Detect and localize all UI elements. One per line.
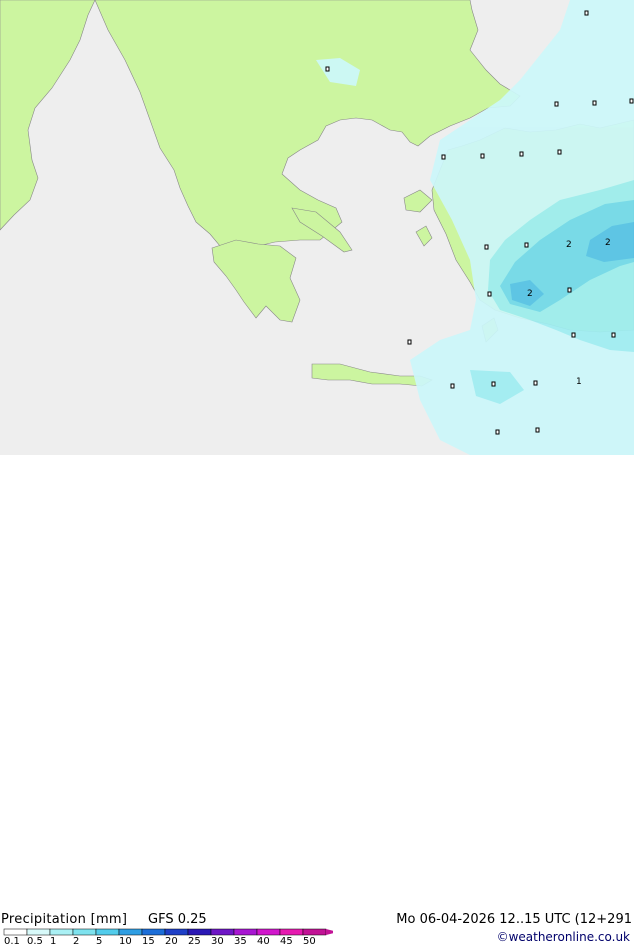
station-marker: [480, 153, 485, 159]
legend-tick-label: 15: [142, 936, 155, 945]
legend-tick-label: 25: [188, 936, 201, 945]
legend-swatch: [187, 928, 212, 936]
legend-swatch: [95, 928, 120, 936]
legend-swatch: [26, 928, 51, 936]
legend-tick-label: 35: [234, 936, 247, 945]
legend-tick-label: 30: [211, 936, 224, 945]
value-label-4: 1: [576, 377, 582, 387]
station-marker: [484, 244, 489, 250]
legend-swatch: [3, 928, 28, 936]
legend-scale: 0.1 0.5 1 2 5 10 15 20 25 30 35 40 45 50: [3, 928, 333, 945]
precipitation-map: 2 2 2 1: [0, 0, 634, 455]
legend-tick-label: 45: [280, 936, 293, 945]
value-label-3: 2: [527, 289, 533, 299]
station-marker: [592, 100, 597, 106]
legend-swatch: [256, 928, 281, 936]
station-marker: [487, 291, 492, 297]
station-marker: [611, 332, 616, 338]
station-marker: [571, 332, 576, 338]
map-title: Precipitation [mm]: [1, 912, 128, 927]
model-name: GFS 0.25: [148, 912, 207, 927]
station-marker: [325, 66, 330, 72]
legend-tick-label: 0.1: [4, 936, 20, 945]
legend-tick-label: 10: [119, 936, 132, 945]
legend-swatch: [49, 928, 74, 936]
legend-tick-label: 0.5: [27, 936, 43, 945]
station-marker: [557, 149, 562, 155]
legend-tick-label: 2: [73, 936, 79, 945]
legend-tick-label: 5: [96, 936, 102, 945]
legend-tick-label: 20: [165, 936, 178, 945]
station-marker: [524, 242, 529, 248]
value-label-1: 2: [566, 240, 572, 250]
legend-tick-label: 40: [257, 936, 270, 945]
legend-swatch: [233, 928, 258, 936]
station-marker: [491, 381, 496, 387]
station-marker: [533, 380, 538, 386]
legend-swatch: [141, 928, 166, 936]
legend-swatch: [302, 928, 327, 936]
legend-tick-label: 1: [50, 936, 56, 945]
legend-arrow: [326, 929, 333, 935]
station-marker: [629, 98, 634, 104]
legend-tick-label: 50: [303, 936, 316, 945]
legend-swatch: [72, 928, 97, 936]
valid-datetime: Mo 06-04-2026 12..15 UTC (12+291: [396, 912, 632, 927]
credit: ©weatheronline.co.uk: [496, 930, 630, 944]
station-marker: [554, 101, 559, 107]
footer: Precipitation [mm] GFS 0.25 Mo 06-04-202…: [0, 455, 634, 945]
station-marker: [495, 429, 500, 435]
legend-swatch: [118, 928, 143, 936]
legend-swatch: [164, 928, 189, 936]
station-marker: [519, 151, 524, 157]
station-marker: [407, 339, 412, 345]
legend-swatch: [210, 928, 235, 936]
legend-swatch: [279, 928, 304, 936]
station-marker: [584, 10, 589, 16]
station-marker: [535, 427, 540, 433]
station-marker: [450, 383, 455, 389]
value-label-2: 2: [605, 238, 611, 248]
station-marker: [567, 287, 572, 293]
station-marker: [441, 154, 446, 160]
